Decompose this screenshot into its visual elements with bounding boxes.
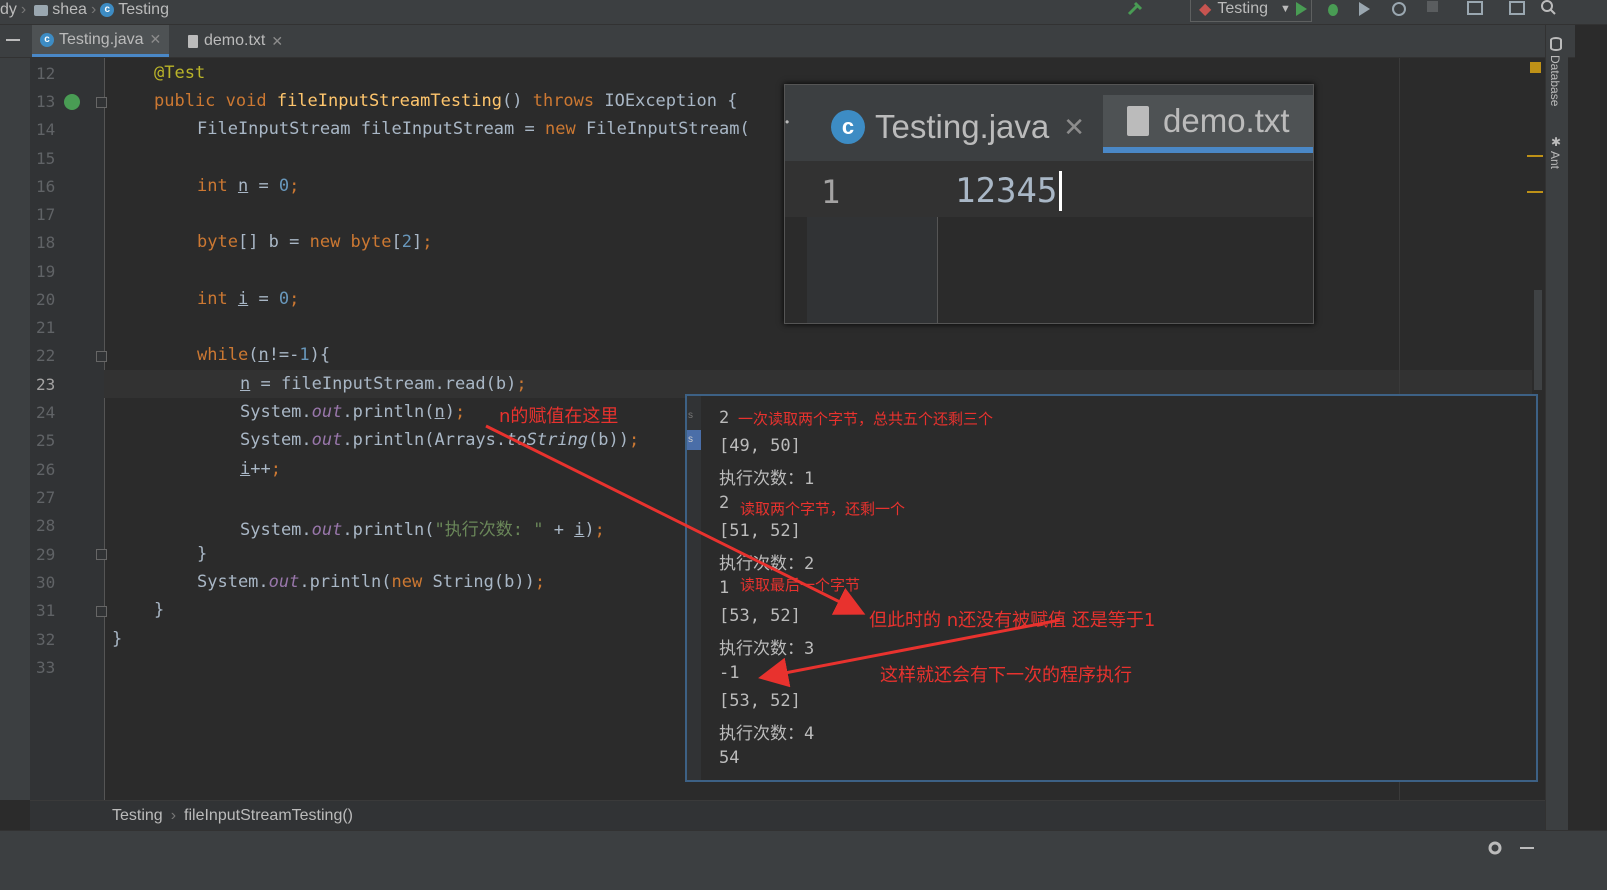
breadcrumb-class[interactable]: Testing — [112, 807, 163, 825]
code-breadcrumb: Testing › fileInputStreamTesting() — [30, 800, 1545, 831]
arrow-to-minus-one — [758, 618, 1061, 688]
breadcrumb-method[interactable]: fileInputStreamTesting() — [184, 807, 353, 825]
gear-icon[interactable] — [1486, 839, 1504, 857]
status-bar — [0, 830, 1607, 890]
chevron-right-icon: › — [170, 807, 177, 824]
arrow-to-not-assigned — [485, 424, 866, 615]
annotation-arrows — [485, 424, 1061, 688]
hide-icon[interactable] — [1520, 847, 1534, 849]
